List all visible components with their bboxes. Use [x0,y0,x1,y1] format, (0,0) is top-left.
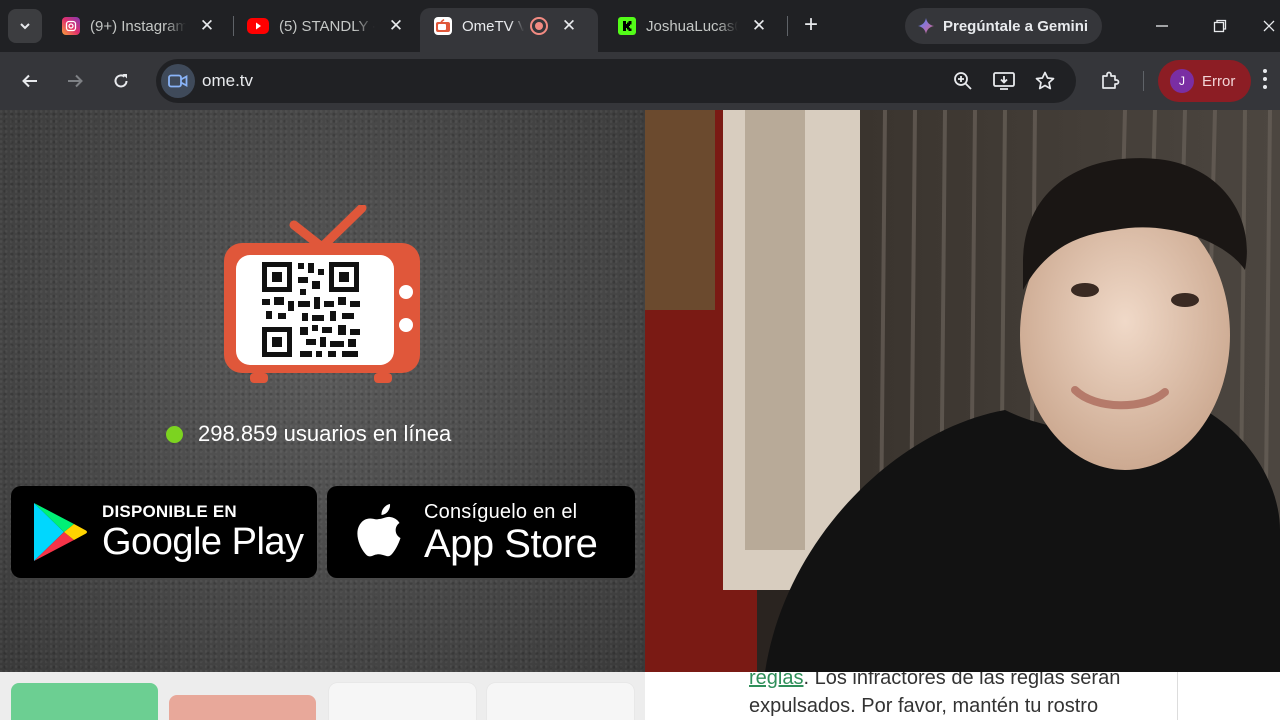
app-store-badge[interactable]: Consíguelo en el App Store [327,486,635,578]
chevron-down-icon [20,23,30,30]
restore-icon [1213,19,1227,33]
install-app-icon[interactable] [992,69,1016,93]
ometv-qr-logo [224,205,420,383]
zoom-icon[interactable] [951,69,975,93]
puzzle-icon [1102,71,1120,89]
close-window-icon [1263,20,1275,32]
tab-title: JoshuaLucas0 [646,17,738,35]
minimize-button[interactable] [1146,10,1178,42]
tab-youtube[interactable]: (5) STANDLY - ✕ [233,8,415,44]
arrow-left-icon [22,74,37,88]
rules-link[interactable]: reglas [749,672,803,689]
kick-icon [618,17,636,35]
online-users-counter: 298.859 usuarios en línea [166,421,451,447]
gemini-spark-icon [918,18,934,34]
address-bar[interactable]: ome.tv [156,59,1076,103]
close-icon[interactable]: ✕ [198,16,216,35]
site-info-icon[interactable] [161,64,195,98]
online-users-text: 298.859 usuarios en línea [198,421,452,446]
rules-body: . Los infractores de las reglas serán ex… [749,672,1121,717]
reload-icon [114,74,128,88]
reload-button[interactable] [104,64,138,98]
tab-kick[interactable]: JoshuaLucas0 ✕ [604,8,778,44]
minimize-icon [1156,25,1168,27]
rules-panel: reglas. Los infractores de las reglas se… [645,672,1280,720]
url-text: ome.tv [202,71,254,90]
bookmark-star-icon[interactable] [1033,69,1057,93]
close-icon[interactable]: ✕ [750,16,768,35]
google-play-icon [34,503,87,561]
apple-icon [357,504,401,557]
tab-search-button[interactable] [8,9,42,43]
self-camera-video [645,110,1280,672]
browser-menu-button[interactable] [1262,68,1280,92]
stop-button[interactable] [169,695,316,720]
google-play-small-text: DISPONIBLE EN [102,502,237,521]
avatar: J [1170,69,1194,93]
app-store-big-text: App Store [424,521,598,566]
gemini-button[interactable]: Pregúntale a Gemini [905,8,1103,44]
tab-strip: (9+) Instagram ✕ (5) STANDLY - ✕ OmeTV V… [0,0,1280,52]
arrow-right-icon [68,74,83,88]
controls-row [0,672,645,720]
youtube-icon [247,18,269,34]
close-window-button[interactable] [1262,10,1280,42]
tab-title: (5) STANDLY - [279,17,375,35]
back-button[interactable] [13,64,47,98]
rules-text: reglas. Los infractores de las reglas se… [749,672,1169,720]
tab-title: OmeTV Vi [462,17,524,35]
google-play-big-text: Google Play [102,521,304,563]
close-icon[interactable]: ✕ [387,16,405,35]
stranger-video-placeholder: 298.859 usuarios en línea DISPONIBLE EN … [0,110,645,672]
more-vert-icon [1263,69,1267,89]
extensions-button[interactable] [1093,64,1127,98]
online-status-icon [166,425,183,443]
instagram-icon [62,17,80,35]
toolbar-separator [1143,71,1144,91]
tab-instagram[interactable]: (9+) Instagram ✕ [48,8,226,44]
recording-icon [530,17,548,35]
tab-title: (9+) Instagram [90,17,186,35]
ometv-icon [434,17,452,35]
tab-ometv[interactable]: OmeTV Vi ✕ [420,8,598,52]
page-viewport: 298.859 usuarios en línea DISPONIBLE EN … [0,110,1280,720]
app-store-small-text: Consíguelo en el [424,500,578,523]
google-play-badge[interactable]: DISPONIBLE EN Google Play [11,486,317,578]
profile-status: Error [1202,72,1236,90]
new-tab-button[interactable]: + [799,13,823,37]
chat-card: reglas. Los infractores de las reglas se… [645,672,1178,720]
option-button[interactable] [487,683,634,720]
option-button[interactable] [329,683,476,720]
restore-button[interactable] [1204,10,1236,42]
gemini-label: Pregúntale a Gemini [943,17,1089,35]
browser-toolbar: ome.tv J Error [0,52,1280,110]
profile-button[interactable]: J Error [1158,60,1251,102]
start-button[interactable] [11,683,158,720]
tab-separator [787,16,788,36]
close-icon[interactable]: ✕ [560,16,578,35]
webcam-feed-image [645,110,1280,672]
forward-button[interactable] [58,64,92,98]
video-camera-icon [168,74,188,88]
